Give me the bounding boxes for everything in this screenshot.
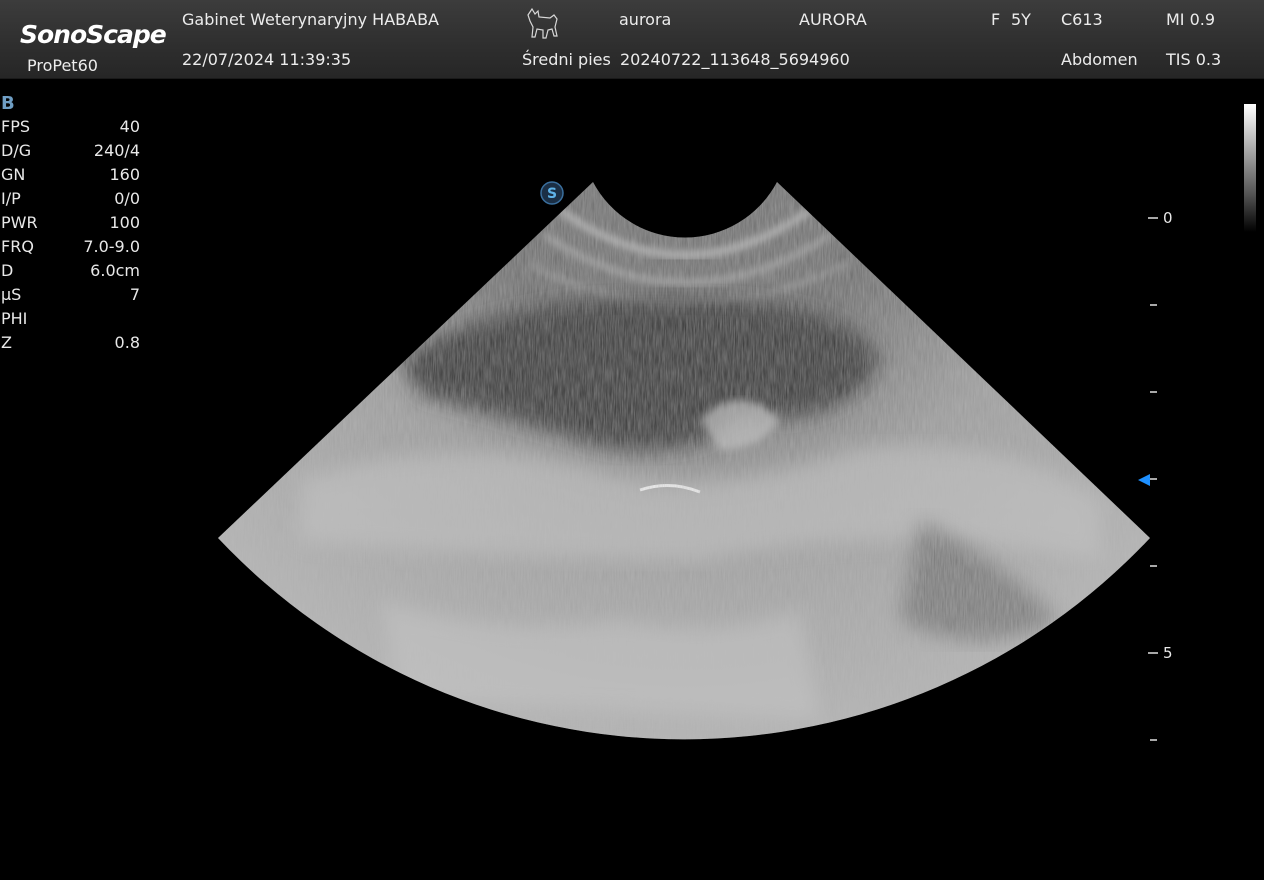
svg-text:S: S (547, 186, 557, 202)
depth-label-5: 5 (1163, 644, 1173, 662)
depth-label-0: 0 (1163, 209, 1173, 227)
grayscale-bar (1244, 104, 1256, 232)
orientation-marker-icon: S (540, 181, 564, 205)
focus-marker-icon[interactable] (1137, 473, 1151, 487)
ultrasound-image[interactable] (0, 0, 1264, 880)
